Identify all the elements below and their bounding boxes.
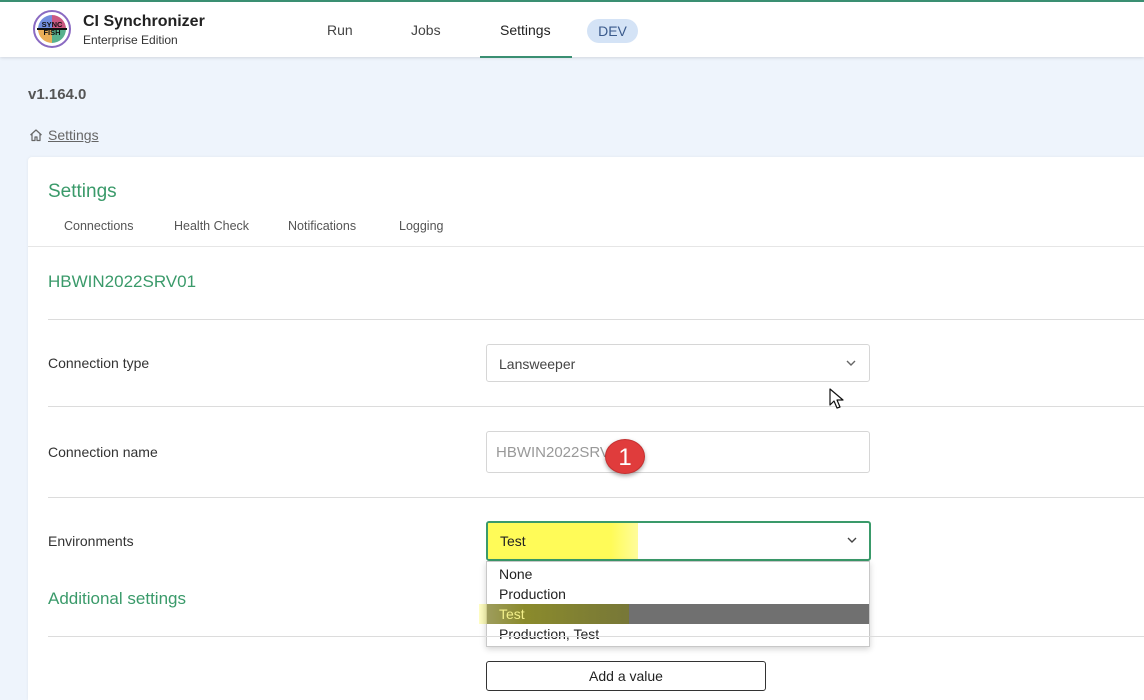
subtab-notifications[interactable]: Notifications bbox=[288, 219, 356, 233]
option-production[interactable]: Production bbox=[487, 584, 869, 604]
chevron-down-icon bbox=[846, 360, 856, 366]
row-divider bbox=[48, 497, 1144, 498]
row-divider bbox=[48, 406, 1144, 407]
subtab-connections[interactable]: Connections bbox=[64, 219, 134, 233]
option-test[interactable]: Test bbox=[479, 604, 869, 624]
syncfish-logo[interactable]: SYNC FISH bbox=[33, 10, 71, 48]
subtab-health-check[interactable]: Health Check bbox=[174, 219, 249, 233]
option-none[interactable]: None bbox=[487, 564, 869, 584]
app-name: CI Synchronizer bbox=[83, 13, 205, 30]
subtab-logging[interactable]: Logging bbox=[399, 219, 444, 233]
connection-title: HBWIN2022SRV01 bbox=[48, 272, 197, 291]
option-label: Test bbox=[499, 606, 525, 622]
option-label: None bbox=[499, 566, 533, 582]
home-icon bbox=[30, 129, 42, 142]
annotation-marker: 1 bbox=[605, 439, 645, 474]
connection-name-input[interactable] bbox=[486, 431, 870, 473]
breadcrumb-settings-link[interactable]: Settings bbox=[48, 127, 99, 143]
environments-label: Environments bbox=[48, 533, 134, 549]
mouse-cursor-icon bbox=[829, 388, 844, 409]
settings-card: Settings Connections Health Check Notifi… bbox=[28, 157, 1144, 700]
environments-dropdown-list: None Production Test Production, Test bbox=[479, 561, 870, 647]
app-version: v1.164.0 bbox=[28, 86, 87, 103]
option-label: Production, Test bbox=[499, 626, 600, 642]
connection-type-label: Connection type bbox=[48, 355, 150, 371]
environments-select[interactable]: Test bbox=[486, 521, 871, 561]
nav-tab-jobs[interactable]: Jobs bbox=[411, 22, 441, 38]
option-production-test[interactable]: Production, Test bbox=[487, 624, 869, 644]
subtabs-divider bbox=[28, 246, 1144, 247]
connection-type-select[interactable]: Lansweeper bbox=[486, 344, 870, 382]
app-edition: Enterprise Edition bbox=[83, 33, 178, 47]
connection-type-value: Lansweeper bbox=[499, 356, 576, 372]
option-label: Production bbox=[499, 586, 566, 602]
connection-name-label: Connection name bbox=[48, 444, 158, 460]
nav-tab-run[interactable]: Run bbox=[327, 22, 353, 38]
environment-badge: DEV bbox=[587, 19, 638, 43]
active-tab-indicator bbox=[480, 56, 572, 58]
row-divider bbox=[48, 319, 1144, 320]
logo-text-bottom: FISH bbox=[43, 28, 61, 37]
environments-value: Test bbox=[500, 533, 526, 549]
nav-tab-settings[interactable]: Settings bbox=[500, 22, 551, 38]
add-value-button[interactable]: Add a value bbox=[486, 661, 766, 691]
settings-title: Settings bbox=[48, 181, 117, 202]
chevron-down-icon bbox=[847, 537, 857, 543]
top-navigation-bar: SYNC FISH CI Synchronizer Enterprise Edi… bbox=[0, 0, 1144, 58]
additional-settings-title: Additional settings bbox=[48, 589, 186, 608]
row-divider bbox=[48, 636, 1144, 637]
